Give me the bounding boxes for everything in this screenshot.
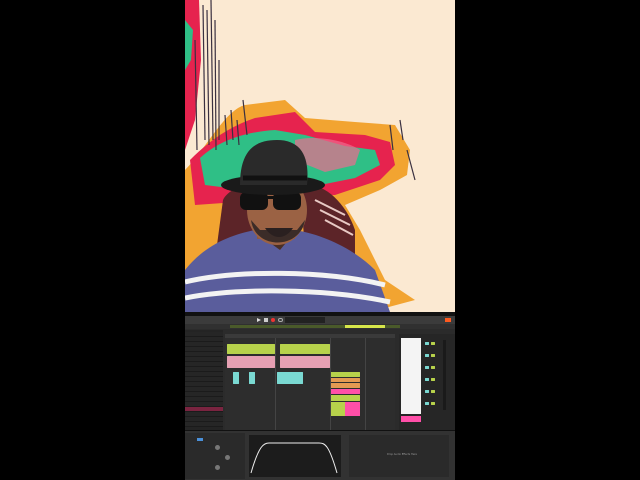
track-button[interactable] bbox=[425, 378, 429, 381]
track-button[interactable] bbox=[431, 378, 435, 381]
clip[interactable] bbox=[345, 402, 360, 416]
clip[interactable] bbox=[280, 344, 330, 354]
grid-line bbox=[275, 338, 276, 430]
track-button[interactable] bbox=[425, 366, 429, 369]
track-mixer-panel[interactable] bbox=[399, 334, 455, 430]
arrangement-ruler[interactable] bbox=[225, 334, 395, 338]
device-button-accent[interactable] bbox=[197, 438, 203, 441]
track-header-accent[interactable] bbox=[401, 416, 421, 422]
clip[interactable] bbox=[330, 372, 360, 377]
webcam-view bbox=[185, 0, 455, 312]
grid-line bbox=[365, 338, 366, 430]
record-icon[interactable] bbox=[271, 318, 275, 322]
track-button[interactable] bbox=[425, 402, 429, 405]
effects-drop-zone-label: Drop Audio Effects Here bbox=[387, 453, 417, 456]
painting-background bbox=[185, 0, 455, 312]
clip[interactable] bbox=[330, 395, 360, 401]
toolbar-strip bbox=[185, 324, 455, 329]
grid-line bbox=[330, 338, 331, 430]
track-button[interactable] bbox=[425, 354, 429, 357]
browser-row[interactable] bbox=[185, 422, 223, 427]
track-button[interactable] bbox=[431, 354, 435, 357]
stop-icon[interactable] bbox=[264, 318, 268, 322]
eq-curve bbox=[250, 442, 338, 474]
track-button[interactable] bbox=[431, 342, 435, 345]
track-button[interactable] bbox=[425, 342, 429, 345]
clip[interactable] bbox=[233, 372, 239, 384]
track-button[interactable] bbox=[431, 402, 435, 405]
clip[interactable] bbox=[280, 356, 330, 368]
clip[interactable] bbox=[249, 372, 255, 384]
device-knob[interactable] bbox=[215, 465, 220, 470]
video-frame: Drop Audio Effects Here bbox=[185, 0, 455, 480]
clip[interactable] bbox=[330, 389, 360, 394]
play-icon[interactable] bbox=[257, 318, 261, 322]
clip[interactable] bbox=[227, 356, 275, 368]
device-knob[interactable] bbox=[225, 455, 230, 460]
transport-bar bbox=[185, 316, 455, 324]
device-panel[interactable]: Drop Audio Effects Here bbox=[185, 430, 455, 480]
clip[interactable] bbox=[227, 344, 275, 354]
clip[interactable] bbox=[277, 372, 303, 384]
track-button[interactable] bbox=[431, 366, 435, 369]
daw-window: Drop Audio Effects Here bbox=[185, 312, 455, 480]
volume-meter[interactable] bbox=[443, 340, 446, 410]
transport-position-display bbox=[285, 317, 325, 323]
clip[interactable] bbox=[330, 378, 360, 382]
clip[interactable] bbox=[330, 383, 360, 388]
device-left-controls[interactable] bbox=[185, 433, 245, 479]
track-button[interactable] bbox=[431, 390, 435, 393]
effects-drop-zone[interactable]: Drop Audio Effects Here bbox=[349, 435, 449, 477]
browser-sidebar[interactable] bbox=[185, 330, 223, 430]
track-button[interactable] bbox=[425, 390, 429, 393]
device-knob[interactable] bbox=[215, 445, 220, 450]
eq-display[interactable] bbox=[249, 435, 341, 477]
accent-indicator[interactable] bbox=[445, 318, 451, 322]
overview-accent bbox=[345, 325, 385, 328]
track-header-highlight[interactable] bbox=[401, 338, 421, 414]
loop-icon[interactable] bbox=[278, 318, 283, 322]
arrangement-view[interactable] bbox=[225, 334, 395, 430]
